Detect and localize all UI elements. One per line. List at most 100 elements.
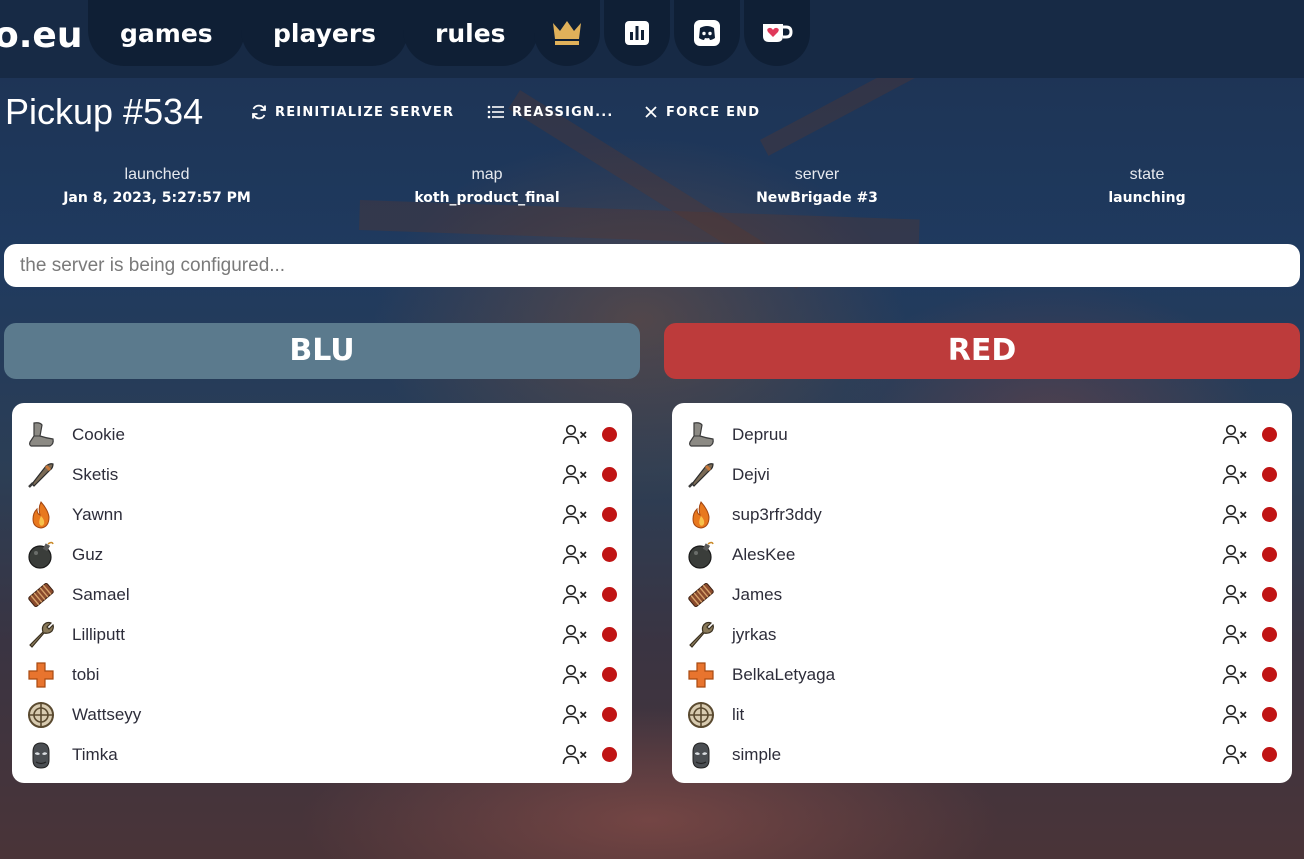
kick-player-icon[interactable]	[562, 424, 588, 446]
kick-player-icon[interactable]	[1222, 584, 1248, 606]
heavy-class-icon	[686, 580, 716, 610]
player-name-link[interactable]: Dejvi	[732, 465, 770, 485]
connection-status-dot	[602, 467, 617, 482]
nav-discord-link[interactable]	[674, 0, 740, 66]
player-name-link[interactable]: Guz	[72, 545, 103, 565]
connection-status-dot	[602, 707, 617, 722]
launched-label: launched	[124, 166, 190, 183]
engineer-class-icon	[686, 620, 716, 650]
soldier-class-icon	[686, 460, 716, 490]
kick-player-icon[interactable]	[562, 704, 588, 726]
kick-player-icon[interactable]	[562, 744, 588, 766]
connection-status-dot	[602, 547, 617, 562]
connection-status-dot	[602, 747, 617, 762]
player-name-link[interactable]: sup3rfr3ddy	[732, 505, 822, 525]
nav-rules-link[interactable]: rules	[403, 0, 538, 66]
player-slot: Samael	[12, 575, 632, 615]
player-slot: jyrkas	[672, 615, 1292, 655]
connection-status-dot	[1262, 707, 1277, 722]
player-name-link[interactable]: BelkaLetyaga	[732, 665, 835, 685]
heavy-class-icon	[26, 580, 56, 610]
red-team-roster: Depruu Dejvi sup3rfr3ddy AlesKee James jyrkas…	[672, 403, 1292, 783]
state-info: state launching	[1007, 165, 1287, 209]
server-label: server	[794, 166, 840, 183]
scout-class-icon	[686, 420, 716, 450]
player-name-link[interactable]: Wattseyy	[72, 705, 141, 725]
player-name-link[interactable]: Sketis	[72, 465, 118, 485]
kick-player-icon[interactable]	[562, 504, 588, 526]
server-status-message: the server is being configured...	[4, 244, 1300, 287]
reassign-button[interactable]: REASSIGN...	[487, 100, 614, 124]
blu-team-header: BLU	[4, 323, 640, 379]
player-name-link[interactable]: Timka	[72, 745, 118, 765]
kick-player-icon[interactable]	[562, 584, 588, 606]
kick-player-icon[interactable]	[1222, 664, 1248, 686]
player-name-link[interactable]: AlesKee	[732, 545, 795, 565]
sniper-class-icon	[686, 700, 716, 730]
player-slot: James	[672, 575, 1292, 615]
kick-player-icon[interactable]	[1222, 744, 1248, 766]
map-info: map koth_product_final	[347, 165, 627, 209]
player-slot: Timka	[12, 735, 632, 775]
launched-info: launched Jan 8, 2023, 5:27:57 PM	[17, 165, 297, 209]
player-name-link[interactable]: Cookie	[72, 425, 125, 445]
nav-kofi-link[interactable]	[744, 0, 810, 66]
state-label: state	[1129, 166, 1165, 183]
player-name-link[interactable]: jyrkas	[732, 625, 776, 645]
force-end-label: FORCE END	[666, 104, 761, 120]
spy-class-icon	[686, 740, 716, 770]
medic-class-icon	[26, 660, 56, 690]
connection-status-dot	[602, 587, 617, 602]
connection-status-dot	[1262, 467, 1277, 482]
player-name-link[interactable]: Lilliputt	[72, 625, 125, 645]
server-info: server NewBrigade #3	[677, 165, 957, 209]
kick-player-icon[interactable]	[1222, 544, 1248, 566]
player-name-link[interactable]: simple	[732, 745, 781, 765]
nav-hall-of-game-link[interactable]	[534, 0, 600, 66]
player-name-link[interactable]: lit	[732, 705, 744, 725]
page-title: Pickup #534	[5, 91, 204, 132]
pyro-class-icon	[686, 500, 716, 530]
launched-value: Jan 8, 2023, 5:27:57 PM	[63, 190, 251, 206]
kick-player-icon[interactable]	[1222, 704, 1248, 726]
demoman-class-icon	[26, 540, 56, 570]
player-name-link[interactable]: Depruu	[732, 425, 788, 445]
kofi-cup-icon	[763, 24, 793, 42]
connection-status-dot	[1262, 547, 1277, 562]
list-icon	[487, 105, 504, 119]
kick-player-icon[interactable]	[1222, 424, 1248, 446]
server-value: NewBrigade #3	[756, 190, 878, 206]
player-slot: Guz	[12, 535, 632, 575]
reinitialize-server-button[interactable]: REINITIALIZE SERVER	[250, 100, 454, 124]
kick-player-icon[interactable]	[562, 464, 588, 486]
medic-class-icon	[686, 660, 716, 690]
discord-icon	[694, 20, 720, 46]
player-name-link[interactable]: James	[732, 585, 782, 605]
kick-player-icon[interactable]	[1222, 504, 1248, 526]
player-slot: Dejvi	[672, 455, 1292, 495]
player-name-link[interactable]: Yawnn	[72, 505, 123, 525]
top-navbar: o.eu games players rules	[0, 0, 1304, 78]
kick-player-icon[interactable]	[562, 624, 588, 646]
player-name-link[interactable]: Samael	[72, 585, 130, 605]
nav-games-link[interactable]: games	[88, 0, 245, 66]
player-slot: BelkaLetyaga	[672, 655, 1292, 695]
stats-icon	[625, 21, 649, 45]
player-slot: simple	[672, 735, 1292, 775]
kick-player-icon[interactable]	[562, 664, 588, 686]
connection-status-dot	[602, 427, 617, 442]
map-value: koth_product_final	[414, 190, 560, 206]
kick-player-icon[interactable]	[1222, 624, 1248, 646]
nav-players-link[interactable]: players	[241, 0, 409, 66]
nav-statistics-link[interactable]	[604, 0, 670, 66]
kick-player-icon[interactable]	[1222, 464, 1248, 486]
red-team-header: RED	[664, 323, 1300, 379]
refresh-icon	[252, 104, 266, 120]
engineer-class-icon	[26, 620, 56, 650]
player-name-link[interactable]: tobi	[72, 665, 99, 685]
force-end-button[interactable]: FORCE END	[643, 100, 760, 124]
player-slot: sup3rfr3ddy	[672, 495, 1292, 535]
player-slot: Depruu	[672, 415, 1292, 455]
demoman-class-icon	[686, 540, 716, 570]
kick-player-icon[interactable]	[562, 544, 588, 566]
